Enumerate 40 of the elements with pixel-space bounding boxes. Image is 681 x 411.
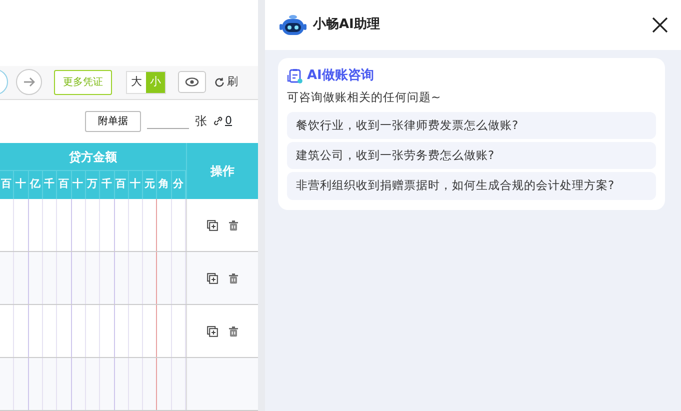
document-chat-icon xyxy=(287,68,303,84)
digit-header: 十 xyxy=(128,171,144,199)
unit-label: 张 xyxy=(195,113,207,130)
digit-header: 千 xyxy=(100,171,114,199)
close-icon xyxy=(651,16,669,34)
digit-header: 分 xyxy=(172,171,186,199)
column-header: 贷方金额 xyxy=(0,143,186,171)
digit-header: 百 xyxy=(57,171,72,199)
trash-icon[interactable] xyxy=(228,326,238,336)
attachment-link[interactable]: 0 xyxy=(213,113,232,130)
suggested-question[interactable]: 建筑公司，收到一张劳务费怎么做账? xyxy=(287,142,656,170)
size-option[interactable]: 大 xyxy=(127,72,146,93)
assistant-title: 小畅AI助理 xyxy=(313,16,380,34)
close-button[interactable] xyxy=(651,16,669,34)
digit-header: 元 xyxy=(143,171,158,199)
card-title: AI做账咨询 xyxy=(307,67,374,85)
digit-header: 万 xyxy=(86,171,100,199)
eye-icon xyxy=(185,77,199,88)
digit-header: 百 xyxy=(0,171,14,199)
robot-icon xyxy=(279,14,307,36)
suggested-question[interactable]: 非营利组织收到捐赠票据时，如何生成合规的会计处理方案? xyxy=(287,172,656,200)
view-toggle-button[interactable] xyxy=(178,71,206,94)
digit-header: 千 xyxy=(42,171,58,199)
refresh-icon xyxy=(214,76,225,88)
digit-header: 百 xyxy=(114,171,129,199)
attach-document-button[interactable]: 附单据 xyxy=(85,110,141,132)
trash-icon[interactable] xyxy=(228,220,238,230)
link-icon xyxy=(213,116,223,126)
digit-header: 角 xyxy=(157,171,172,199)
refresh-button[interactable]: 刷 xyxy=(214,74,238,91)
suggested-question[interactable]: 餐饮行业，收到一张律师费发票怎么做账? xyxy=(287,112,656,139)
digit-header: 亿 xyxy=(28,171,43,199)
trash-icon[interactable] xyxy=(228,272,238,284)
copy-icon[interactable] xyxy=(206,272,218,284)
copy-icon[interactable] xyxy=(206,220,218,230)
card-subtitle: 可咨询做账相关的任何问题~ xyxy=(287,88,442,106)
copy-icon[interactable] xyxy=(206,326,218,336)
forward-button[interactable] xyxy=(16,69,42,96)
digit-header: 十 xyxy=(14,171,29,199)
digit-header: 十 xyxy=(72,171,86,199)
